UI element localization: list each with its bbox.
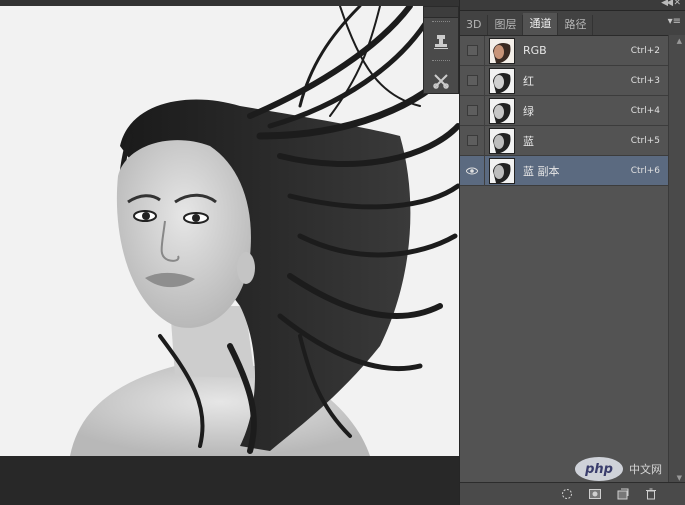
channel-shortcut: Ctrl+3 [630,75,660,86]
channel-shortcut: Ctrl+5 [630,135,660,146]
channel-thumbnail [489,67,515,94]
visibility-toggle[interactable] [460,155,485,186]
load-selection-icon[interactable] [560,487,574,501]
visibility-off-icon [466,75,478,86]
save-selection-icon[interactable] [588,487,602,501]
dock-header[interactable] [424,7,458,18]
tab-channels[interactable]: 通道 [523,13,559,35]
channel-thumbnail [489,37,515,64]
tool-presets-button[interactable] [424,66,458,96]
photo-image[interactable] [0,6,460,456]
channel-row-blue-copy[interactable]: 蓝 副本 Ctrl+6 [460,155,668,186]
collapsed-panel-dock [423,6,459,94]
eye-icon [466,167,478,174]
php-logo: php [575,457,623,481]
php-watermark: php 中文网 [575,456,667,482]
dock-grip[interactable] [432,60,450,63]
tab-paths[interactable]: 路径 [558,15,594,35]
channel-thumbnail [489,97,515,124]
watermark-text: 中文网 [629,463,662,476]
close-icon[interactable]: ✕ [673,0,681,8]
visibility-off-icon [466,135,478,146]
channel-name: RGB [523,44,547,57]
channel-shortcut: Ctrl+6 [630,165,660,176]
visibility-toggle[interactable] [460,65,485,96]
clone-source-button[interactable] [424,27,458,57]
channel-thumbnail [489,127,515,154]
channels-panel: ◀◀ ✕ 3D 图层 通道 路径 ▾≡ RGB Ctrl+2 红 Ctrl+3 [459,0,685,505]
panel-footer [460,482,685,505]
channel-name: 蓝 [523,134,534,148]
dock-grip[interactable] [432,21,450,24]
visibility-toggle[interactable] [460,35,485,66]
channel-name: 红 [523,74,534,88]
channel-row-red[interactable]: 红 Ctrl+3 [460,65,668,96]
new-channel-icon[interactable] [616,487,630,501]
channel-row-blue[interactable]: 蓝 Ctrl+5 [460,125,668,156]
clone-stamp-icon [434,35,448,49]
tab-3d[interactable]: 3D [460,15,489,35]
tab-layers[interactable]: 图层 [488,15,524,35]
panel-menu-icon[interactable]: ▾≡ [668,16,681,27]
visibility-off-icon [466,45,478,56]
scroll-up-icon[interactable]: ▲ [677,37,682,45]
collapse-icon[interactable]: ◀◀ [661,0,673,8]
scissors-tools-icon [433,74,449,89]
document-canvas[interactable] [0,0,460,505]
channel-name: 蓝 副本 [523,164,560,178]
channel-row-rgb[interactable]: RGB Ctrl+2 [460,35,668,66]
panel-collapse-bar[interactable]: ◀◀ ✕ [460,0,685,11]
scroll-down-icon[interactable]: ▼ [677,474,682,482]
channel-name: 绿 [523,104,534,118]
channel-row-green[interactable]: 绿 Ctrl+4 [460,95,668,126]
panel-tabs: 3D 图层 通道 路径 ▾≡ [460,11,685,36]
visibility-toggle[interactable] [460,95,485,126]
channel-thumbnail [489,157,515,184]
channel-list: RGB Ctrl+2 红 Ctrl+3 绿 Ctrl+4 蓝 Ctrl+5 蓝 … [460,35,685,186]
visibility-toggle[interactable] [460,125,485,156]
delete-channel-icon[interactable] [644,487,658,501]
channel-shortcut: Ctrl+2 [630,45,660,56]
visibility-off-icon [466,105,478,116]
channel-shortcut: Ctrl+4 [630,105,660,116]
panel-scrollbar[interactable] [668,35,685,482]
